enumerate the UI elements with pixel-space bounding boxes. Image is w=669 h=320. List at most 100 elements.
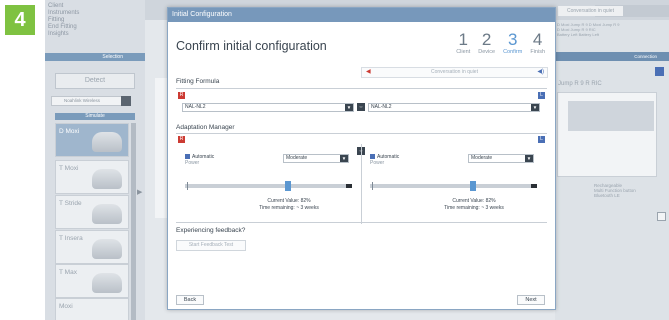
device-item[interactable]: T Insera (55, 230, 129, 264)
nav-item-fitting[interactable]: Fitting (48, 17, 79, 24)
step-label: Client (456, 49, 471, 55)
feature-label: Bluetooth LE (594, 193, 620, 198)
left-time-remaining: Time remaining: ~ 3 weeks (444, 205, 504, 211)
device-label: D Moxi (59, 128, 80, 135)
right-formula-select[interactable]: NAL-NL2 ▼ (182, 103, 354, 112)
right-adaptation-slider[interactable] (185, 181, 352, 191)
left-mode-value: Moderate (471, 155, 493, 161)
stage: 4 Client Instruments Fitting End Fitting… (0, 0, 669, 320)
slider-handle[interactable] (470, 181, 476, 191)
nav-item-end-fitting[interactable]: End Fitting (48, 24, 79, 31)
speaker-icon[interactable]: ◀) (537, 69, 544, 76)
device-summary-line: Battery Left Battery Left (557, 32, 600, 37)
device-label: T Stride (59, 200, 82, 207)
selection-label: Selection (102, 54, 123, 60)
expand-arrow-icon[interactable]: ▶ (137, 188, 142, 196)
step-device[interactable]: 2 Device (478, 30, 496, 56)
hearing-aid-icon (92, 132, 122, 152)
right-formula-value: NAL-NL2 (185, 104, 206, 110)
slider-tick (372, 182, 373, 190)
slider-tick (187, 182, 188, 190)
hearing-aid-icon (92, 273, 122, 293)
right-mode-select[interactable]: Moderate ▼ (283, 154, 349, 163)
left-ear-marker: L (538, 136, 545, 143)
simulate-bar: Simulate (55, 113, 135, 120)
program-select[interactable]: Conversation in quiet (558, 6, 623, 16)
connection-label[interactable]: Connection (634, 52, 657, 61)
start-feedback-test-button[interactable]: Start Feedback Test (176, 240, 246, 251)
slider-track-end (531, 184, 537, 188)
nav-menu: Client Instruments Fitting End Fitting I… (48, 3, 79, 38)
right-ear-marker: R (178, 92, 185, 99)
section-divider (176, 133, 547, 134)
wireless-select[interactable]: Noahlink Wireless (51, 96, 131, 106)
left-current-value: Current Value: 82% (452, 198, 496, 204)
step-number: 2 (481, 30, 492, 49)
step-number: 4 (532, 30, 543, 49)
device-item[interactable]: T Max (55, 264, 129, 298)
slider-handle[interactable] (285, 181, 291, 191)
magnify-icon[interactable] (657, 212, 666, 221)
section-divider (176, 222, 547, 223)
back-button[interactable]: Back (176, 295, 204, 305)
right-ear-marker: R (178, 136, 185, 143)
left-mode-select[interactable]: Moderate ▼ (468, 154, 534, 163)
feedback-label: Experiencing feedback? (176, 227, 246, 234)
device-item[interactable]: Moxi (55, 298, 129, 320)
nav-item-insights[interactable]: Insights (48, 31, 79, 38)
device-label: T Moxi (59, 165, 79, 172)
right-current-value: Current Value: 82% (267, 198, 311, 204)
step-finish[interactable]: 4 Finish (530, 30, 545, 56)
automatic-checkbox-right[interactable]: Automatic Power (185, 154, 214, 166)
slider-track-end (346, 184, 352, 188)
initial-configuration-dialog: Initial Configuration Confirm initial co… (167, 7, 556, 310)
link-icon[interactable]: ⇔ (357, 103, 365, 111)
wizard-steps: 1 Client 2 Device 3 Confirm 4 Finish (456, 30, 545, 56)
device-item[interactable]: D Moxi (55, 123, 129, 157)
program-field[interactable]: ◀ Conversation in quiet ◀) (361, 67, 548, 78)
chevron-down-icon[interactable]: ▼ (345, 104, 353, 111)
device-label: T Insera (59, 235, 83, 242)
dialog-titlebar: Initial Configuration (168, 8, 555, 22)
automatic-checkbox-left[interactable]: Automatic Power (370, 154, 399, 166)
step-label: Confirm (503, 49, 523, 55)
wireless-dropdown-icon[interactable] (121, 96, 131, 106)
left-adaptation-slider[interactable] (370, 181, 537, 191)
left-ear-marker: L (538, 92, 545, 99)
chevron-down-icon[interactable]: ▼ (525, 155, 533, 162)
hearing-aid-icon (92, 204, 122, 224)
fitting-formula-label: Fitting Formula (176, 78, 220, 85)
right-time-remaining: Time remaining: ~ 3 weeks (259, 205, 319, 211)
left-formula-select[interactable]: NAL-NL2 ▼ (368, 103, 540, 112)
selection-bar: Selection (45, 53, 145, 61)
power-label: Power (370, 160, 385, 166)
checkbox-box[interactable] (370, 154, 375, 160)
device-item[interactable]: T Moxi (55, 160, 129, 194)
hearing-aid-icon (92, 169, 122, 189)
step-confirm[interactable]: 3 Confirm (503, 30, 523, 56)
device-title: Jump R 9 R RIC (558, 81, 602, 87)
hearing-aid-icon (92, 239, 122, 259)
device-label: Moxi (59, 303, 73, 310)
chevron-down-icon[interactable]: ▼ (531, 104, 539, 111)
gain-area (568, 101, 654, 131)
checkbox-box[interactable] (185, 154, 190, 160)
gain-chart (557, 92, 657, 177)
adaptation-manager-label: Adaptation Manager (176, 124, 235, 131)
step-client[interactable]: 1 Client (456, 31, 471, 56)
ear-divider (361, 144, 362, 224)
step-label: Device (478, 49, 496, 55)
program-placeholder: Conversation in quiet (431, 69, 478, 75)
detect-button[interactable]: Detect (55, 73, 135, 89)
section-divider (176, 88, 547, 89)
device-item[interactable]: T Stride (55, 195, 129, 229)
nav-item-instruments[interactable]: Instruments (48, 10, 79, 17)
next-button[interactable]: Next (517, 295, 545, 305)
chevron-down-icon[interactable]: ▼ (340, 155, 348, 162)
step-number: 3 (507, 30, 518, 49)
left-formula-value: NAL-NL2 (371, 104, 392, 110)
nav-item-client[interactable]: Client (48, 3, 79, 10)
device-scrollbar[interactable] (131, 123, 136, 320)
step-badge: 4 (5, 5, 35, 35)
power-label: Power (185, 160, 200, 166)
